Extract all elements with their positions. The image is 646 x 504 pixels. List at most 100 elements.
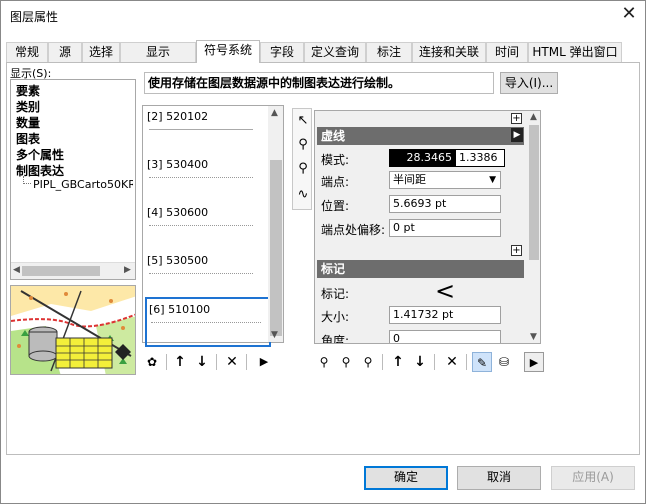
database-icon[interactable]: ⛁ <box>494 352 514 372</box>
rule-item-label: [4] 530600 <box>147 206 209 219</box>
toolbar-divider <box>382 354 383 370</box>
cancel-button[interactable]: 取消 <box>457 466 541 490</box>
scroll-up-icon[interactable]: ▲ <box>271 108 278 118</box>
angle-input[interactable]: 0 <box>389 330 501 343</box>
map-preview-icon <box>11 286 135 374</box>
delete-layer-icon[interactable]: ✕ <box>442 352 462 372</box>
marker-label: 标记: <box>321 287 350 301</box>
toolbar-divider <box>166 354 167 370</box>
title-bar: 图层属性 ✕ <box>0 0 646 32</box>
rule-item[interactable]: [4] 530600 <box>145 202 267 248</box>
add-layer-icon[interactable]: ⚲ <box>336 352 356 372</box>
section-menu-icon[interactable]: ▶ <box>511 128 523 142</box>
rule-item-swatch <box>149 177 253 178</box>
remove-layer-icon[interactable]: ⚲ <box>358 352 378 372</box>
tree-item-quantities[interactable]: 数量 <box>16 114 40 131</box>
delete-rule-icon[interactable]: ✕ <box>222 352 242 372</box>
rule-menu-icon[interactable]: ▶ <box>254 352 274 372</box>
rule-item-swatch <box>151 322 261 323</box>
move-up-icon[interactable]: ↑ <box>170 352 190 372</box>
tree-scroll-thumb[interactable] <box>22 266 100 276</box>
scroll-left-icon[interactable]: ◀ <box>13 265 20 275</box>
rule-item[interactable]: [3] 530400 <box>145 154 267 200</box>
tree-item-charts[interactable]: 图表 <box>16 130 40 147</box>
tab-selection[interactable]: 选择 <box>82 42 120 62</box>
select-geometry-icon[interactable]: ↖ <box>293 111 313 131</box>
add-point-icon[interactable]: ⚲ <box>293 135 313 155</box>
tab-fields[interactable]: 字段 <box>260 42 304 62</box>
rule-list-scroll-thumb[interactable] <box>270 160 282 336</box>
tree-item-categories[interactable]: 类别 <box>16 98 40 115</box>
pattern-value-dash[interactable]: 28.3465 <box>389 149 455 167</box>
chevron-down-icon: ▼ <box>489 175 496 185</box>
rule-item-label: [2] 520102 <box>147 110 209 123</box>
representation-rule-list[interactable]: [2] 520102 [3] 530400 [4] 530600 [5] 530… <box>142 105 284 347</box>
scroll-down-icon[interactable]: ▼ <box>530 332 537 342</box>
tab-general[interactable]: 常规 <box>6 42 48 62</box>
toolbar-divider <box>246 354 247 370</box>
dialog-title: 图层属性 <box>10 10 59 24</box>
apply-button[interactable]: 应用(A) <box>551 466 635 490</box>
toolbar-divider <box>434 354 435 370</box>
description-text: 使用存储在图层数据源中的制图表达进行绘制。 <box>144 72 494 94</box>
close-icon[interactable]: ✕ <box>618 3 640 25</box>
toolbar-divider <box>466 354 467 370</box>
add-section-icon[interactable]: + <box>511 113 522 124</box>
rule-item-swatch <box>149 129 253 130</box>
position-label: 位置: <box>321 199 350 213</box>
layer-toolbar: ⚲ ⚲ ⚲ ↑ ↓ ✕ ✎ ⛁ ▶ <box>314 352 546 372</box>
move-down-icon[interactable]: ↓ <box>192 352 212 372</box>
rule-item[interactable]: [5] 530500 <box>145 250 267 296</box>
rule-item-label: [6] 510100 <box>149 303 211 316</box>
line-effect-icon[interactable]: ∿ <box>293 185 313 205</box>
rule-item[interactable]: [2] 520102 <box>145 106 267 152</box>
tab-definition-query[interactable]: 定义查询 <box>304 42 366 62</box>
toolbar-divider <box>216 354 217 370</box>
pattern-value-gap[interactable]: 1.3386 <box>455 149 505 167</box>
section-header-dash[interactable]: 虚线 <box>317 127 524 145</box>
add-section-icon[interactable]: + <box>511 245 522 256</box>
tree-connector <box>23 176 31 184</box>
tree-item-multiple-attributes[interactable]: 多个属性 <box>16 146 64 163</box>
show-tree[interactable]: 要素 类别 数量 图表 多个属性 制图表达 PIPL_GBCarto50KRe <box>10 79 136 280</box>
marker-symbol[interactable]: < <box>435 277 455 305</box>
tab-symbology[interactable]: 符号系统 <box>196 40 260 63</box>
section-header-marker[interactable]: 标记 <box>317 260 524 278</box>
size-label: 大小: <box>321 310 350 324</box>
add-rule-icon[interactable]: ✿ <box>142 352 162 372</box>
tab-source[interactable]: 源 <box>48 42 82 62</box>
tab-joins-relates[interactable]: 连接和关联 <box>412 42 486 62</box>
symbology-preview-image <box>10 285 136 375</box>
tree-item-features[interactable]: 要素 <box>16 82 40 99</box>
move-down-icon[interactable]: ↓ <box>410 352 430 372</box>
tree-item-representation-class[interactable]: PIPL_GBCarto50KRe <box>33 178 133 191</box>
endings-select[interactable]: 半间距 ▼ <box>389 171 501 189</box>
tab-time[interactable]: 时间 <box>486 42 528 62</box>
remove-point-icon[interactable]: ⚲ <box>293 159 313 179</box>
rule-item-label: [5] 530500 <box>147 254 209 267</box>
property-grid-scroll-thumb[interactable] <box>529 125 539 260</box>
ok-button[interactable]: 确定 <box>364 466 448 490</box>
endings-label: 端点: <box>321 175 350 189</box>
tab-labels[interactable]: 标注 <box>366 42 412 62</box>
pattern-label: 模式: <box>321 153 350 167</box>
scroll-down-icon[interactable]: ▼ <box>271 330 278 340</box>
scroll-right-icon[interactable]: ▶ <box>124 265 131 275</box>
layer-menu-icon[interactable]: ▶ <box>524 352 544 372</box>
rule-item-label: [3] 530400 <box>147 158 209 171</box>
end-offset-input[interactable]: 0 pt <box>389 219 501 237</box>
add-effect-icon[interactable]: ⚲ <box>314 352 334 372</box>
endings-value: 半间距 <box>393 173 426 186</box>
scroll-up-icon[interactable]: ▲ <box>530 112 537 122</box>
size-input[interactable]: 1.41732 pt <box>389 306 501 324</box>
brush-icon[interactable]: ✎ <box>472 352 492 372</box>
move-up-icon[interactable]: ↑ <box>388 352 408 372</box>
property-grid: + 虚线 ▶ 模式: 28.3465 1.3386 端点: 半间距 ▼ 位置: … <box>314 110 541 344</box>
rule-item-selected[interactable]: [6] 510100 <box>145 297 271 347</box>
tab-html-popup[interactable]: HTML 弹出窗口 <box>528 42 622 62</box>
position-input[interactable]: 5.6693 pt <box>389 195 501 213</box>
import-button[interactable]: 导入(I)... <box>500 72 558 94</box>
angle-label: 角度: <box>321 334 350 344</box>
end-offset-label: 端点处偏移: <box>321 223 386 237</box>
tab-display[interactable]: 显示 <box>120 42 196 62</box>
